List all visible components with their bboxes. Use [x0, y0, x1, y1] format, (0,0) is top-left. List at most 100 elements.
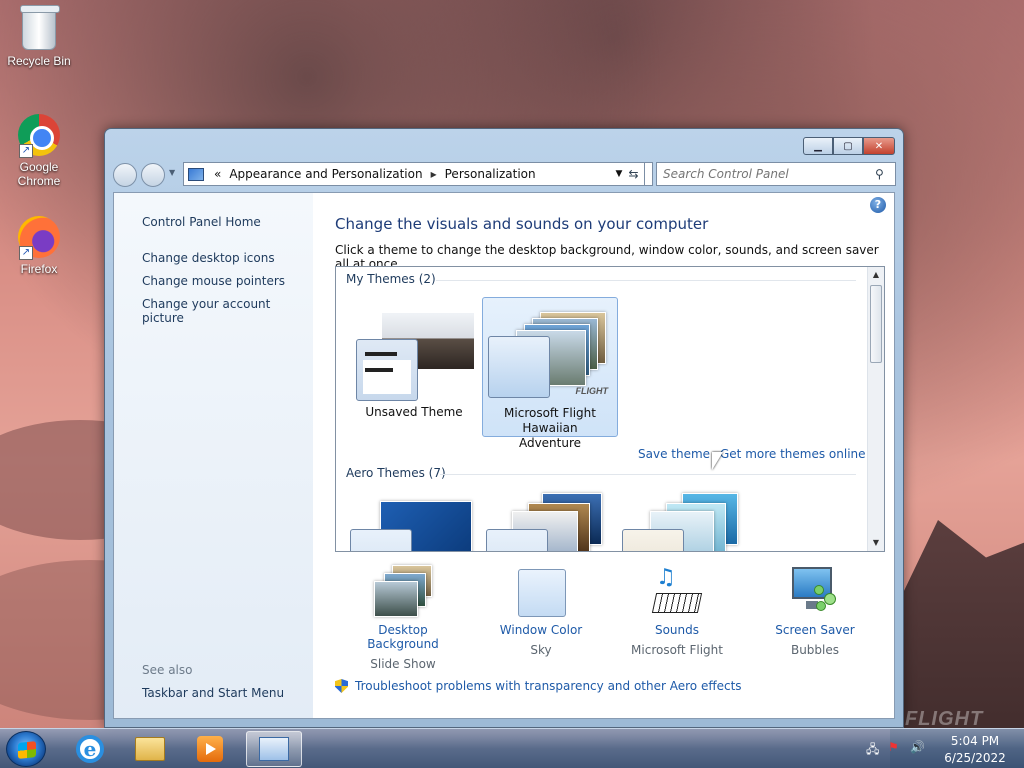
page-title: Change the visuals and sounds on your co… [335, 215, 709, 233]
control-panel-icon [188, 167, 204, 181]
desktop-background-icon [374, 565, 432, 617]
themes-list[interactable]: My Themes (2) Unsaved Theme FLIGHT Micro… [335, 266, 885, 552]
maximize-button[interactable]: ▢ [833, 137, 863, 155]
breadcrumb-personalization[interactable]: Personalization [441, 167, 540, 181]
change-mouse-pointers-link[interactable]: Change mouse pointers [142, 274, 285, 288]
network-icon[interactable]: 🖧 [866, 740, 880, 756]
firefox-desktop-icon[interactable]: ↗ Firefox [1, 216, 77, 276]
option-title: Screen Saver [775, 623, 855, 637]
screen-saver-icon [786, 565, 844, 617]
recycle-bin-icon [17, 5, 61, 52]
clock-time: 5:04 PM [950, 734, 1000, 748]
help-icon[interactable]: ? [870, 197, 886, 213]
control-panel-home-link[interactable]: Control Panel Home [142, 215, 261, 229]
firefox-icon: ↗ [17, 216, 61, 260]
start-button[interactable] [6, 731, 46, 767]
firefox-label: Firefox [20, 262, 58, 276]
search-icon[interactable]: ⚲ [875, 167, 895, 181]
save-theme-link[interactable]: Save theme [638, 447, 710, 461]
taskbar-media-player[interactable] [182, 731, 238, 767]
refresh-button[interactable]: ⇆ [623, 162, 645, 186]
theme-aero-windows7[interactable] [346, 493, 482, 551]
recycle-bin-label: Recycle Bin [7, 54, 71, 68]
troubleshoot-link[interactable]: Troubleshoot problems with transparency … [335, 679, 742, 693]
windows-logo-icon [18, 741, 36, 759]
option-title: Desktop Background [367, 623, 439, 651]
internet-explorer-icon: e [76, 735, 104, 763]
mouse-cursor-icon [712, 452, 723, 470]
address-overflow[interactable]: « [210, 167, 225, 181]
window-preview-icon [622, 529, 684, 551]
chrome-desktop-icon[interactable]: ↗ Google Chrome [1, 114, 77, 188]
search-input[interactable] [657, 167, 875, 181]
taskbar-explorer[interactable] [122, 731, 178, 767]
taskbar-internet-explorer[interactable]: e [62, 731, 118, 767]
option-title: Sounds [654, 623, 700, 637]
personalization-window: ▁ ▢ ✕ ▼ « Appearance and Personalization… [104, 128, 904, 728]
flight-logo-icon: FLIGHT [575, 386, 609, 396]
desktop-background-option[interactable]: Desktop Background Slide Show [343, 565, 463, 671]
taskbar: e 🖧 ⚑ 🔊 5:04 PM 6/25/2022 [0, 728, 1024, 768]
scroll-down-icon[interactable]: ▼ [868, 535, 884, 551]
system-tray: 🖧 ⚑ 🔊 [866, 740, 925, 756]
address-bar[interactable]: « Appearance and Personalization ▸ Perso… [183, 162, 653, 186]
get-more-themes-link[interactable]: Get more themes online [720, 447, 866, 461]
recycle-bin-desktop-icon[interactable]: Recycle Bin [1, 5, 77, 68]
theme-microsoft-flight[interactable]: FLIGHT Microsoft Flight Hawaiian Adventu… [482, 297, 618, 450]
forward-button[interactable] [141, 163, 165, 187]
themes-scrollbar[interactable]: ▲ ▼ [867, 267, 884, 551]
sounds-icon: ♫ [648, 565, 706, 617]
option-value: Sky [530, 643, 552, 657]
clock-date: 6/25/2022 [944, 751, 1006, 765]
theme-aero-characters[interactable] [618, 493, 754, 551]
option-title: Window Color [499, 623, 583, 637]
section-divider [436, 280, 856, 281]
option-value: Microsoft Flight [631, 643, 723, 657]
window-content: Control Panel Home Change desktop icons … [113, 192, 895, 719]
window-color-option[interactable]: Window Color Sky [481, 565, 601, 657]
theme-name: Microsoft Flight Hawaiian Adventure [504, 406, 596, 450]
main-pane: ? Change the visuals and sounds on your … [313, 193, 894, 718]
clock[interactable]: 5:04 PM 6/25/2022 [930, 733, 1020, 767]
volume-icon[interactable]: 🔊 [910, 740, 925, 754]
chrome-icon: ↗ [17, 114, 61, 158]
theme-name: Unsaved Theme [365, 405, 463, 419]
aero-themes-header: Aero Themes (7) [346, 466, 446, 480]
left-task-pane: Control Panel Home Change desktop icons … [114, 193, 313, 718]
theme-unsaved[interactable]: Unsaved Theme [346, 297, 482, 420]
search-box[interactable]: ⚲ [656, 162, 896, 186]
taskbar-start-menu-link[interactable]: Taskbar and Start Menu [142, 686, 284, 700]
option-value: Slide Show [370, 657, 436, 671]
shortcut-arrow-icon: ↗ [19, 144, 33, 158]
screen-saver-option[interactable]: Screen Saver Bubbles [755, 565, 875, 657]
section-divider [440, 474, 856, 475]
theme-options: Desktop Background Slide Show Window Col… [335, 565, 885, 675]
change-desktop-icons-link[interactable]: Change desktop icons [142, 251, 275, 265]
action-center-icon[interactable]: ⚑ [888, 740, 902, 754]
window-preview-icon [486, 529, 548, 551]
option-value: Bubbles [790, 643, 840, 657]
sounds-option[interactable]: ♫ Sounds Microsoft Flight [617, 565, 737, 657]
media-player-icon [197, 736, 223, 762]
scroll-thumb[interactable] [870, 285, 882, 363]
breadcrumb-separator-icon[interactable]: ▸ [427, 167, 441, 181]
theme-thumbnail [352, 303, 476, 401]
close-button[interactable]: ✕ [863, 137, 895, 155]
navigation-bar: ▼ « Appearance and Personalization ▸ Per… [113, 162, 896, 188]
see-also-label: See also [142, 663, 193, 677]
breadcrumb-appearance[interactable]: Appearance and Personalization [225, 167, 426, 181]
back-button[interactable] [113, 163, 137, 187]
chrome-label: Google Chrome [17, 160, 61, 188]
window-preview-icon [488, 336, 550, 398]
theme-thumbnail: FLIGHT [488, 304, 612, 400]
my-themes-header: My Themes (2) [346, 272, 436, 286]
change-account-picture-link[interactable]: Change your account picture [142, 297, 313, 325]
recent-pages-dropdown-icon[interactable]: ▼ [169, 168, 175, 177]
theme-aero-architecture[interactable] [482, 493, 618, 551]
taskbar-control-panel[interactable] [246, 731, 302, 767]
window-color-icon [512, 565, 570, 617]
troubleshoot-label[interactable]: Troubleshoot problems with transparency … [355, 679, 742, 693]
minimize-button[interactable]: ▁ [803, 137, 833, 155]
folder-icon [135, 737, 165, 761]
scroll-up-icon[interactable]: ▲ [868, 267, 884, 283]
